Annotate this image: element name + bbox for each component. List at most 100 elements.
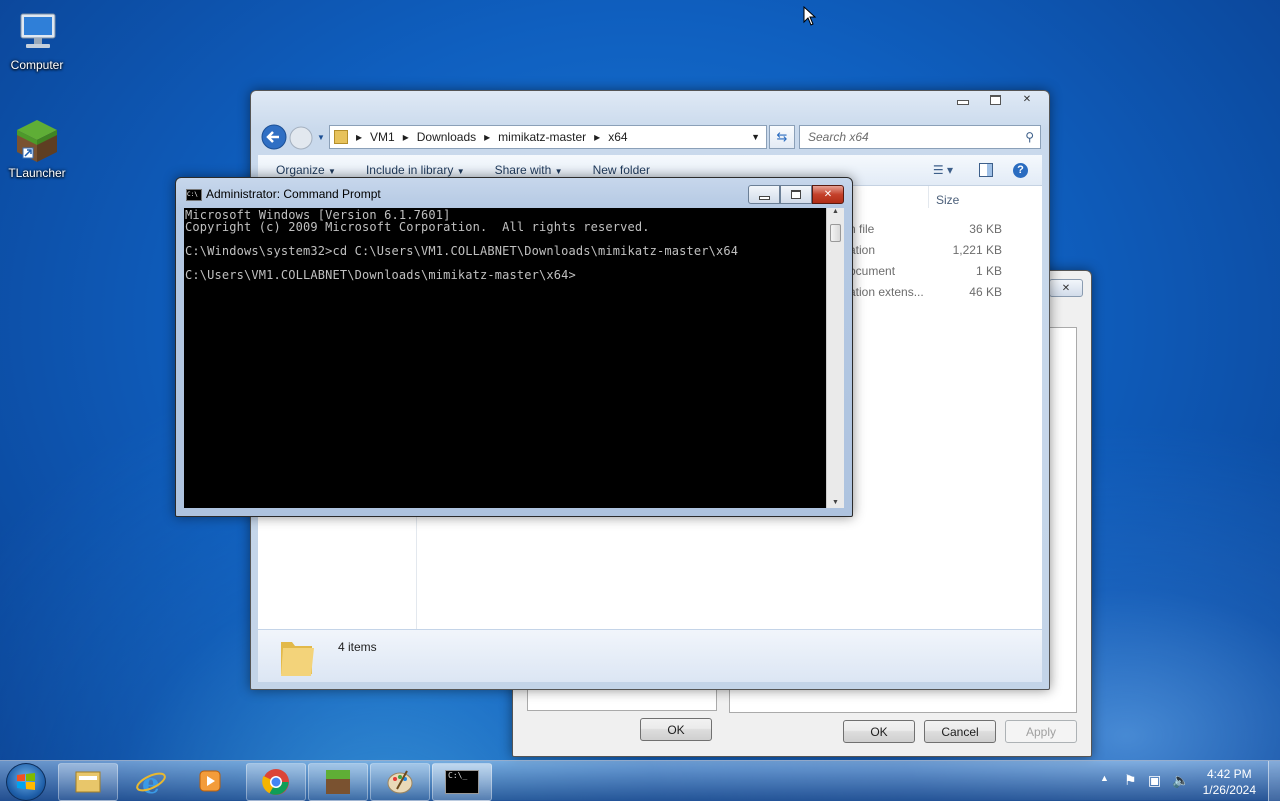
minimize-icon [758, 195, 770, 200]
search-input[interactable]: Search x64 [808, 130, 869, 144]
command-prompt-window: C:\ Administrator: Command Prompt ✕ Micr… [175, 177, 853, 517]
clock-date: 1/26/2024 [1202, 783, 1256, 797]
scroll-up-icon[interactable]: ▲ [827, 208, 844, 220]
taskbar-chrome[interactable] [246, 763, 306, 801]
taskbar: e C:\_ ▲ ⚑ ▣ 🔈 4:42 PM 1/26/2024 [0, 760, 1280, 801]
breadcrumb-item[interactable]: Downloads [417, 130, 476, 144]
cancel-button[interactable]: Cancel [924, 720, 996, 743]
taskbar-explorer[interactable] [58, 763, 118, 801]
forward-arrow-icon [289, 126, 313, 150]
close-button[interactable]: ✕ [812, 185, 844, 204]
minimize-button[interactable] [748, 185, 780, 204]
chevron-down-icon: ▼ [328, 167, 336, 176]
caption-buttons: ✕ [748, 185, 844, 204]
apply-button[interactable]: Apply [1005, 720, 1077, 743]
svg-text:e: e [142, 767, 160, 797]
mouse-cursor-icon [803, 6, 817, 26]
media-player-icon [199, 770, 221, 792]
folder-large-icon [281, 642, 314, 676]
maximize-button[interactable] [979, 91, 1011, 108]
file-size-cell: 36 KB [969, 222, 1002, 236]
windows-logo-icon [17, 773, 35, 790]
breadcrumb-item[interactable]: x64 [608, 130, 627, 144]
refresh-icon: ⇆ [776, 129, 788, 144]
organize-label: Organize [276, 163, 325, 177]
console-line: C:\Windows\system32>cd C:\Users\VM1.COLL… [185, 244, 739, 258]
chrome-icon [262, 769, 289, 795]
start-button[interactable] [6, 763, 46, 801]
caption-buttons: ✕ [947, 91, 1043, 108]
scroll-thumb[interactable] [830, 224, 841, 242]
taskbar-paint[interactable] [370, 763, 430, 801]
close-button[interactable]: ✕ [1049, 279, 1083, 297]
show-desktop-button[interactable] [1268, 761, 1280, 801]
address-bar[interactable]: ▸ VM1 ▸ Downloads ▸ mimikatz-master ▸ x6… [329, 125, 767, 149]
help-icon[interactable]: ? [1013, 162, 1028, 178]
ok-button[interactable]: OK [843, 720, 915, 743]
organize-menu[interactable]: Organize ▼ [276, 163, 336, 177]
breadcrumb-separator-icon: ▸ [356, 130, 363, 144]
taskbar-tlauncher[interactable] [308, 763, 368, 801]
maximize-button[interactable] [780, 185, 812, 204]
computer-icon [13, 8, 61, 56]
console-output[interactable]: Microsoft Windows [Version 6.1.7601] Cop… [184, 208, 826, 508]
breadcrumb-item[interactable]: mimikatz-master [498, 130, 586, 144]
console-line: Copyright (c) 2009 Microsoft Corporation… [185, 220, 650, 234]
minimize-button[interactable] [947, 91, 979, 108]
taskbar-command-prompt[interactable]: C:\_ [432, 763, 492, 801]
forward-button[interactable] [289, 126, 313, 153]
file-type-cell: ocument [849, 264, 896, 278]
breadcrumb-separator-icon: ▸ [402, 130, 409, 144]
file-type-cell: ation extens... [849, 285, 924, 299]
close-icon: ✕ [823, 189, 833, 200]
new-folder-button[interactable]: New folder [593, 163, 650, 177]
show-hidden-icons-chevron-icon[interactable]: ▲ [1100, 773, 1109, 783]
refresh-button[interactable]: ⇆ [769, 125, 795, 149]
column-divider [928, 186, 929, 208]
breadcrumb-separator-icon: ▸ [594, 130, 601, 144]
internet-explorer-icon: e [136, 767, 166, 800]
taskbar-internet-explorer[interactable]: e [134, 767, 168, 800]
window-title: Administrator: Command Prompt [206, 187, 381, 201]
include-in-library-menu[interactable]: Include in library ▼ [366, 163, 465, 177]
close-button[interactable]: ✕ [1011, 91, 1043, 108]
chevron-down-icon: ▼ [554, 167, 563, 176]
network-icon[interactable]: ▣ [1148, 772, 1161, 789]
volume-muted-icon[interactable]: 🔈 [1172, 772, 1189, 789]
breadcrumb-item[interactable]: VM1 [370, 130, 395, 144]
taskbar-media-player[interactable] [196, 767, 224, 798]
system-clock[interactable]: 4:42 PM 1/26/2024 [1203, 766, 1256, 798]
recent-pages-chevron-icon[interactable]: ▼ [317, 133, 325, 142]
clock-time: 4:42 PM [1206, 767, 1252, 781]
share-with-menu[interactable]: Share with ▼ [495, 163, 563, 177]
console-prompt-line: C:\Users\VM1.COLLABNET\Downloads\mimikat… [185, 268, 576, 282]
chevron-down-icon: ▼ [456, 167, 465, 176]
back-arrow-icon [261, 124, 287, 150]
desktop-icon-label: Computer [10, 58, 64, 72]
search-icon: ⚲ [1025, 130, 1034, 144]
maximize-icon [791, 190, 801, 199]
cmd-icon: C:\_ [445, 770, 479, 794]
change-view-icon[interactable]: ☰ ▾ [933, 163, 953, 177]
address-dropdown-icon[interactable]: ▼ [751, 132, 760, 142]
action-center-flag-icon[interactable]: ⚑ [1124, 772, 1137, 789]
file-size-cell: 1,221 KB [952, 243, 1002, 257]
minecraft-grass-block-icon [13, 116, 61, 164]
back-button[interactable] [261, 124, 287, 153]
desktop-icon-label: TLauncher [8, 166, 66, 180]
paint-palette-icon [387, 770, 413, 794]
vertical-scrollbar[interactable]: ▲ ▼ [826, 208, 844, 508]
column-header-size[interactable]: Size [936, 193, 959, 207]
desktop-icon-tlauncher[interactable]: TLauncher [0, 116, 74, 180]
share-with-label: Share with [494, 163, 552, 177]
close-icon: ✕ [1061, 282, 1071, 294]
item-count: 4 items [338, 640, 377, 654]
search-box[interactable]: Search x64 ⚲ [799, 125, 1041, 149]
preview-pane-icon[interactable] [979, 163, 993, 177]
breadcrumb-separator-icon: ▸ [484, 130, 491, 144]
desktop-icon-computer[interactable]: Computer [0, 8, 74, 72]
scroll-down-icon[interactable]: ▼ [827, 499, 844, 506]
include-in-library-label: Include in library [365, 163, 454, 177]
folder-icon [75, 771, 101, 793]
ok-button[interactable]: OK [640, 718, 712, 741]
